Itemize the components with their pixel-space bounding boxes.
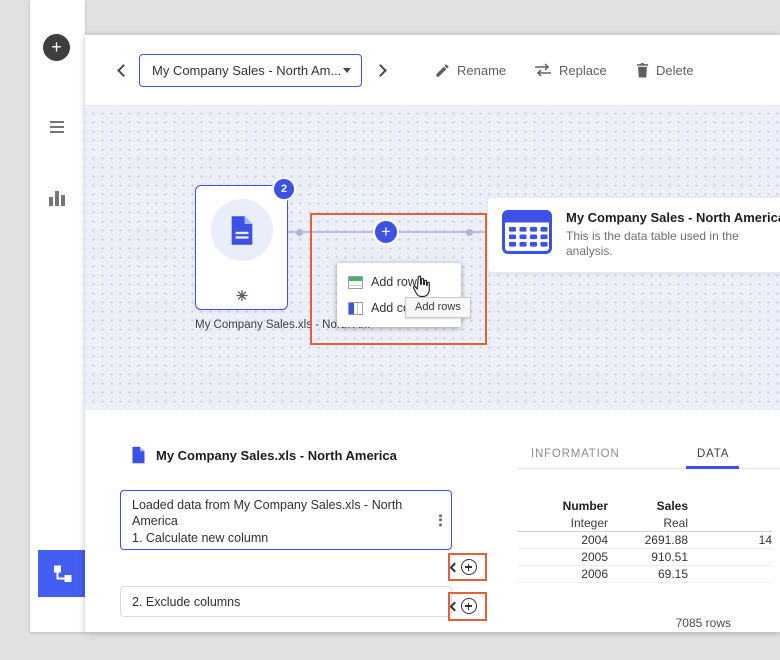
table-row: 2005 910.51 xyxy=(518,549,772,566)
step-loaded-data[interactable]: Loaded data from My Company Sales.xls - … xyxy=(120,490,452,550)
column-name: Sales xyxy=(608,498,688,515)
sidebar: + xyxy=(30,0,85,632)
hand-cursor-icon xyxy=(411,275,432,299)
step-sub-text: 1. Calculate new column xyxy=(132,531,413,547)
table-cell: 2006 xyxy=(518,566,608,582)
data-canvas: 2 My Company Sales.xls - North Am + Add … xyxy=(85,105,780,410)
row-count: 7085 rows xyxy=(676,616,731,631)
table-cell: 910.51 xyxy=(608,549,688,565)
source-dropdown[interactable]: My Company Sales - North Am... xyxy=(139,54,362,87)
delete-button[interactable]: Delete xyxy=(636,58,694,82)
sidebar-item-data-list[interactable] xyxy=(47,117,67,137)
column-type xyxy=(688,515,772,531)
details-panel: My Company Sales.xls - North America Loa… xyxy=(85,410,780,632)
column-type: Real xyxy=(608,515,688,531)
step-label: 2. Exclude columns xyxy=(132,595,240,609)
table-type-row: Integer Real xyxy=(518,515,772,532)
list-icon xyxy=(47,117,67,137)
pencil-icon xyxy=(435,63,450,78)
replace-button[interactable]: Replace xyxy=(534,58,607,82)
insert-plus-button-1[interactable] xyxy=(461,559,477,575)
data-canvas-icon xyxy=(51,563,73,585)
table-cell xyxy=(688,549,772,565)
chevron-down-icon xyxy=(343,68,351,73)
table-cell xyxy=(688,566,772,582)
toolbar: My Company Sales - North Am... Rename Re… xyxy=(85,35,780,105)
next-source-button[interactable] xyxy=(376,62,392,78)
connector-dot xyxy=(466,229,473,236)
node-badge: 2 xyxy=(272,177,296,201)
rename-label: Rename xyxy=(457,63,506,78)
column-type: Integer xyxy=(518,515,608,531)
table-card-title: My Company Sales - North America xyxy=(566,210,780,225)
table-row: 2006 69.15 xyxy=(518,566,772,583)
table-card-description: This is the data table used in the analy… xyxy=(566,229,766,259)
rename-button[interactable]: Rename xyxy=(435,58,506,82)
table-cell: 69.15 xyxy=(608,566,688,582)
insert-transformation-2 xyxy=(451,598,477,614)
source-node-avatar xyxy=(211,199,273,261)
table-header-row: Number Sales xyxy=(518,498,772,515)
tab-information[interactable]: INFORMATION xyxy=(531,448,619,460)
data-preview-table: Number Sales Integer Real 2004 2691.88 1… xyxy=(518,498,772,583)
step-text: Loaded data from My Company Sales.xls - … xyxy=(132,498,413,529)
data-table-card[interactable]: My Company Sales - North America This is… xyxy=(487,197,780,273)
sidebar-item-visualizations[interactable] xyxy=(47,188,67,208)
kebab-menu-button[interactable] xyxy=(439,512,442,527)
screen: + My Company Sales - North Am... Rename xyxy=(0,0,780,660)
table-cell: 2691.88 xyxy=(608,532,688,548)
source-node[interactable]: 2 xyxy=(195,185,288,310)
trash-icon xyxy=(636,63,649,78)
sidebar-item-data-canvas[interactable] xyxy=(38,550,85,597)
add-transformation-plus-button[interactable]: + xyxy=(373,219,399,245)
menu-item-add-rows[interactable]: Add rows xyxy=(337,269,461,295)
table-row: 2004 2691.88 14 xyxy=(518,532,772,549)
add-button[interactable]: + xyxy=(43,34,70,61)
previous-source-button[interactable] xyxy=(115,62,131,78)
insert-transformation-1 xyxy=(451,559,477,575)
tab-data[interactable]: DATA xyxy=(697,448,729,460)
table-cell: 2005 xyxy=(518,549,608,565)
chevron-left-icon xyxy=(450,601,460,611)
connector-dot xyxy=(296,229,303,236)
table-icon xyxy=(502,210,552,254)
chevron-left-icon xyxy=(450,562,460,572)
step-exclude-columns[interactable]: 2. Exclude columns xyxy=(120,586,452,617)
chevron-left-icon xyxy=(117,64,130,77)
document-icon xyxy=(131,446,146,464)
insert-plus-button-2[interactable] xyxy=(461,598,477,614)
tab-bar: INFORMATION DATA xyxy=(517,440,780,469)
source-dropdown-label: My Company Sales - North Am... xyxy=(152,63,341,78)
table-cell: 14 xyxy=(688,532,772,548)
tooltip: Add rows xyxy=(405,297,471,318)
delete-label: Delete xyxy=(656,63,694,78)
add-rows-icon xyxy=(348,276,363,289)
document-icon xyxy=(229,215,255,246)
plus-icon: + xyxy=(51,38,62,56)
main-window: My Company Sales - North Am... Rename Re… xyxy=(85,35,780,632)
bar-chart-icon xyxy=(47,188,67,208)
column-name: Number xyxy=(518,498,608,515)
table-cell: 2004 xyxy=(518,532,608,548)
active-tab-indicator xyxy=(686,466,739,469)
source-title: My Company Sales.xls - North America xyxy=(156,448,397,463)
swap-icon xyxy=(534,63,552,77)
column-name xyxy=(688,498,772,515)
add-columns-icon xyxy=(348,302,363,315)
replace-label: Replace xyxy=(559,63,607,78)
chevron-right-icon xyxy=(374,64,387,77)
source-header: My Company Sales.xls - North America xyxy=(131,446,397,464)
transformations-icon xyxy=(235,289,248,302)
